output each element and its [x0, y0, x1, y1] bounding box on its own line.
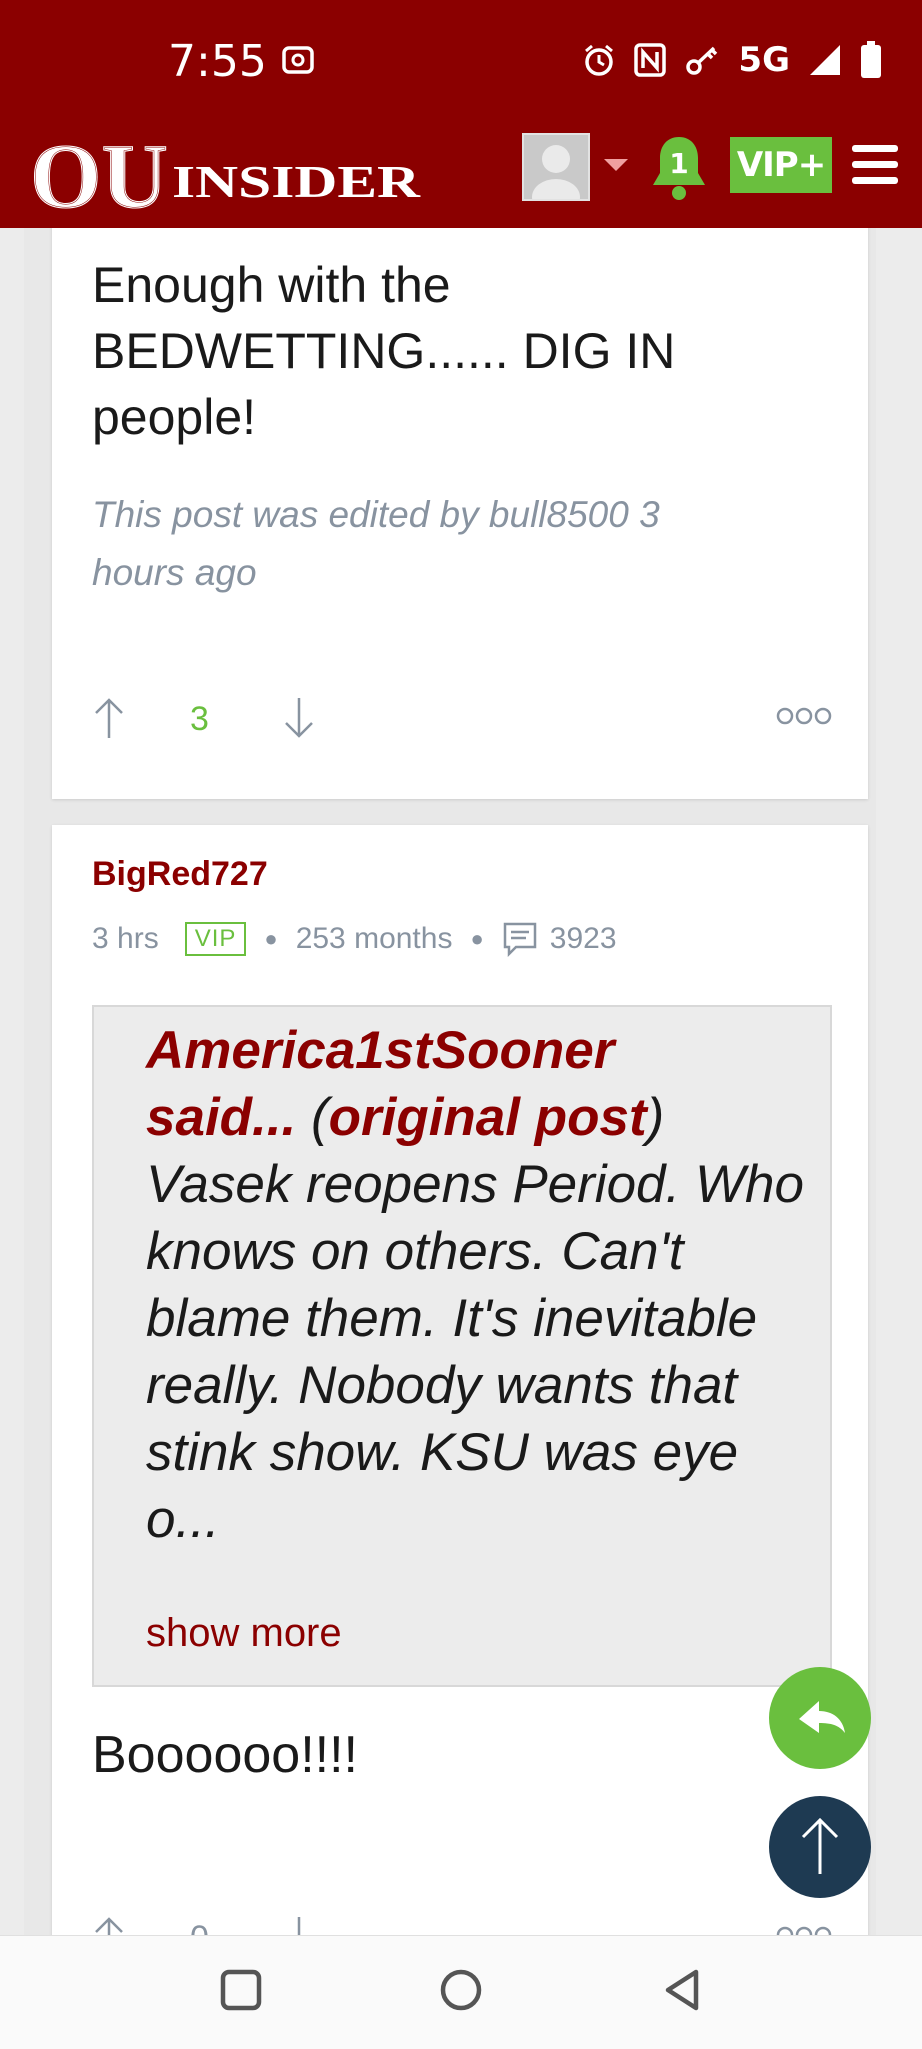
post-body-line: Enough with the	[92, 257, 451, 313]
key-icon	[686, 46, 718, 75]
vip-badge: VIP	[184, 922, 247, 956]
quote-said: said...	[146, 1088, 297, 1147]
notification-count: 1	[669, 147, 688, 180]
post-body: Enough with the BEDWETTING...... DIG IN …	[92, 252, 675, 450]
nfc-icon	[634, 43, 667, 77]
member-tenure: 253 months	[295, 922, 453, 955]
battery-icon	[861, 41, 881, 78]
home-icon[interactable]	[437, 1966, 485, 2014]
vip-plus-button[interactable]: VIP+	[730, 137, 832, 193]
vote-count: 0	[190, 1919, 209, 1935]
meta-separator: ●	[470, 926, 484, 951]
post-time: 3 hrs	[92, 922, 159, 955]
downvote-icon[interactable]	[282, 696, 316, 740]
quote-text: Vasek reopens Period. Who knows on other…	[146, 1155, 804, 1549]
post-body-line: BEDWETTING...... DIG IN	[92, 323, 676, 379]
vote-row: 0	[92, 1915, 832, 1935]
feed-column: Enough with the BEDWETTING...... DIG IN …	[24, 228, 876, 1935]
quoted-post: America1stSooner said... (original post)…	[92, 1005, 832, 1687]
network-label: 5G	[738, 40, 790, 80]
status-time: 7:55	[168, 36, 267, 87]
quote-body: America1stSooner said... (original post)…	[146, 1021, 804, 1549]
status-icons: 5G	[582, 36, 882, 84]
quote-author[interactable]: America1stSooner	[146, 1021, 614, 1080]
user-avatar[interactable]	[522, 133, 590, 201]
post-body-line: people!	[92, 389, 257, 445]
comment-count-icon	[503, 922, 537, 957]
ou-insider-logo[interactable]: OU OU INSIDER	[30, 127, 426, 217]
post-meta: 3 hrs VIP ● 253 months ● 3923	[92, 919, 617, 959]
more-options-icon[interactable]	[776, 706, 832, 726]
notification-bell-icon[interactable]: 1	[650, 133, 708, 203]
show-more-link[interactable]: show more	[146, 1611, 342, 1656]
vote-count: 3	[190, 700, 209, 738]
scroll-to-top-button[interactable]	[769, 1796, 871, 1898]
post-card: BigRed727 3 hrs VIP ● 253 months ● 3923 …	[52, 825, 868, 1935]
more-options-icon[interactable]	[776, 1925, 832, 1935]
back-icon[interactable]	[658, 1966, 706, 2014]
vote-row: 3	[92, 696, 832, 746]
site-header: OU OU INSIDER 1 VIP+	[0, 115, 922, 228]
signal-icon	[810, 45, 840, 75]
downvote-icon[interactable]	[282, 1915, 316, 1935]
menu-icon[interactable]	[852, 145, 898, 189]
arrow-up-icon	[801, 1817, 839, 1874]
reply-button[interactable]	[769, 1667, 871, 1769]
system-navigation-bar	[0, 1935, 922, 2049]
alarm-icon	[585, 44, 614, 76]
post-body: Boooooo!!!!	[92, 1726, 358, 1784]
status-bar: 7:55 5G	[0, 0, 922, 115]
avatar-dropdown-caret-icon[interactable]	[604, 159, 628, 171]
post-author[interactable]: BigRed727	[92, 855, 268, 894]
meta-separator: ●	[264, 926, 278, 951]
post-count: 3923	[549, 922, 617, 955]
svg-text:OU: OU	[30, 127, 168, 217]
original-post-link[interactable]: original post	[329, 1088, 647, 1147]
svg-text:INSIDER: INSIDER	[172, 156, 421, 207]
upvote-icon[interactable]	[92, 696, 126, 740]
upvote-icon[interactable]	[92, 1915, 126, 1935]
reply-icon	[799, 1701, 845, 1733]
recents-icon[interactable]	[217, 1966, 265, 2014]
cast-icon	[282, 46, 314, 74]
edited-note: This post was edited by bull8500 3 hours…	[92, 494, 660, 593]
post-card: Enough with the BEDWETTING...... DIG IN …	[52, 228, 868, 799]
